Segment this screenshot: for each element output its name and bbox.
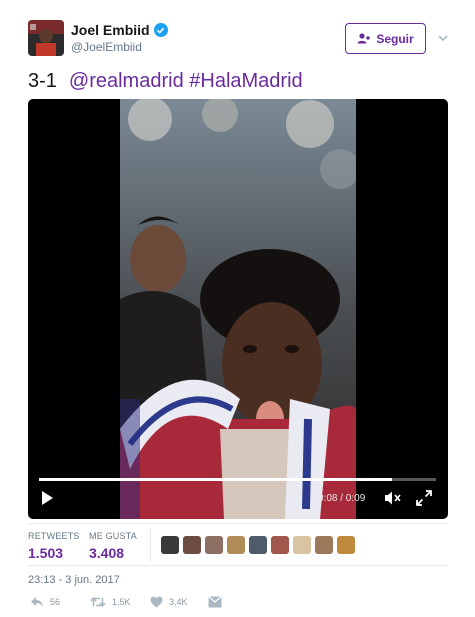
tweet-timestamp[interactable]: 23:13 - 3 jun. 2017 bbox=[28, 574, 120, 586]
video-frame bbox=[120, 99, 356, 519]
reply-count: 56 bbox=[50, 597, 61, 607]
direct-message-button[interactable] bbox=[208, 596, 222, 608]
mention-link[interactable]: @realmadrid bbox=[69, 70, 184, 92]
tweet-score: 3-1 bbox=[28, 70, 57, 92]
liker-avatar[interactable] bbox=[227, 536, 245, 554]
retweets-count: 1.503 bbox=[28, 545, 64, 561]
likes-count: 3.408 bbox=[89, 545, 125, 561]
liker-avatar[interactable] bbox=[337, 536, 355, 554]
user-name-row[interactable]: Joel Embiid bbox=[71, 22, 168, 38]
reply-button[interactable]: 56 bbox=[30, 596, 60, 608]
liker-avatar[interactable] bbox=[205, 536, 223, 554]
likes-label: ME GUSTA bbox=[89, 531, 137, 541]
divider bbox=[28, 565, 448, 566]
play-icon[interactable] bbox=[38, 489, 56, 507]
user-name[interactable]: Joel Embiid bbox=[71, 22, 150, 38]
verified-check-icon bbox=[153, 23, 168, 37]
reply-icon bbox=[31, 597, 43, 607]
follow-button[interactable]: Seguir bbox=[345, 23, 426, 54]
add-person-icon bbox=[357, 33, 371, 44]
avatar-image bbox=[28, 20, 64, 56]
video-time: 0:08 / 0:09 bbox=[318, 493, 366, 504]
video-progress-bar[interactable] bbox=[39, 478, 436, 481]
liker-avatars bbox=[161, 536, 355, 554]
divider bbox=[28, 523, 448, 524]
retweets-label: RETWEETS bbox=[28, 531, 80, 541]
avatar[interactable] bbox=[28, 20, 64, 56]
direct-message-icon bbox=[208, 596, 222, 608]
tweet-text: 3-1 @realmadrid #HalaMadrid bbox=[28, 68, 303, 94]
liker-avatar[interactable] bbox=[315, 536, 333, 554]
likes-stat[interactable]: ME GUSTA 3.408 bbox=[89, 531, 137, 561]
stats-divider bbox=[150, 528, 151, 562]
liker-avatar[interactable] bbox=[271, 536, 289, 554]
hashtag-link[interactable]: #HalaMadrid bbox=[189, 70, 302, 92]
like-button[interactable]: 3,4K bbox=[150, 596, 188, 608]
retweet-icon bbox=[90, 596, 106, 608]
video-player[interactable]: 0:08 / 0:09 bbox=[28, 99, 448, 519]
chevron-down-icon[interactable] bbox=[436, 31, 450, 45]
like-count: 3,4K bbox=[169, 597, 188, 607]
retweet-count: 1,5K bbox=[112, 597, 131, 607]
video-progress-fill bbox=[39, 478, 393, 481]
liker-avatar[interactable] bbox=[249, 536, 267, 554]
volume-muted-icon[interactable] bbox=[384, 490, 402, 506]
user-handle[interactable]: @JoelEmbiid bbox=[71, 40, 142, 54]
retweet-button[interactable]: 1,5K bbox=[90, 596, 131, 608]
liker-avatar[interactable] bbox=[183, 536, 201, 554]
follow-label: Seguir bbox=[376, 31, 414, 46]
liker-avatar[interactable] bbox=[161, 536, 179, 554]
heart-icon bbox=[150, 596, 163, 608]
retweets-stat[interactable]: RETWEETS 1.503 bbox=[28, 531, 80, 561]
liker-avatar[interactable] bbox=[293, 536, 311, 554]
video-still-image bbox=[120, 99, 356, 519]
fullscreen-icon[interactable] bbox=[416, 490, 432, 506]
